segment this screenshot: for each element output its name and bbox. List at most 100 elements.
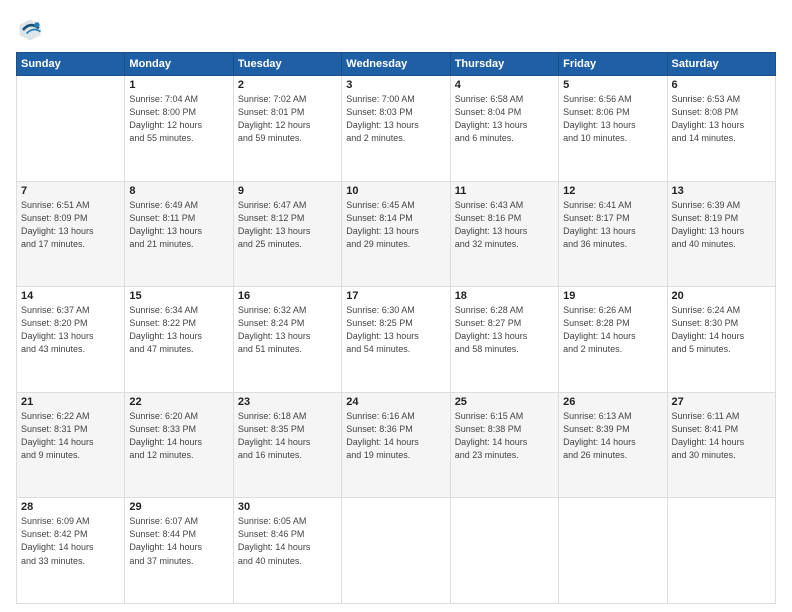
- day-info: Sunrise: 6:18 AMSunset: 8:35 PMDaylight:…: [238, 410, 337, 462]
- weekday-header-saturday: Saturday: [667, 53, 775, 76]
- calendar-cell: 14Sunrise: 6:37 AMSunset: 8:20 PMDayligh…: [17, 287, 125, 393]
- day-info: Sunrise: 6:13 AMSunset: 8:39 PMDaylight:…: [563, 410, 662, 462]
- day-number: 25: [455, 396, 554, 408]
- weekday-header-thursday: Thursday: [450, 53, 558, 76]
- day-number: 6: [672, 79, 771, 91]
- calendar-cell: [667, 498, 775, 604]
- day-info: Sunrise: 6:05 AMSunset: 8:46 PMDaylight:…: [238, 515, 337, 567]
- calendar-cell: 16 Sunrise: 6:32 AMSunset: 8:24 PMDayligh…: [233, 287, 341, 393]
- calendar-cell: 12 Sunrise: 6:41 AMSunset: 8:17 PMDayligh…: [559, 181, 667, 287]
- day-number: 26: [563, 396, 662, 408]
- day-number: 18: [455, 290, 554, 302]
- weekday-header-monday: Monday: [125, 53, 233, 76]
- day-info: Sunrise: 6:53 AMSunset: 8:08 PMDaylight:…: [672, 93, 771, 145]
- weekday-header-sunday: Sunday: [17, 53, 125, 76]
- calendar-table: SundayMondayTuesdayWednesdayThursdayFrid…: [16, 52, 776, 604]
- calendar-cell: [17, 76, 125, 182]
- calendar-cell: 11 Sunrise: 6:43 AMSunset: 8:16 PMDayligh…: [450, 181, 558, 287]
- calendar-cell: [342, 498, 450, 604]
- calendar-cell: 9 Sunrise: 6:47 AMSunset: 8:12 PMDaylight…: [233, 181, 341, 287]
- weekday-header-tuesday: Tuesday: [233, 53, 341, 76]
- day-info: Sunrise: 6:15 AMSunset: 8:38 PMDaylight:…: [455, 410, 554, 462]
- day-info: Sunrise: 6:47 AMSunset: 8:12 PMDaylight:…: [238, 199, 337, 251]
- day-number: 27: [672, 396, 771, 408]
- day-info: Sunrise: 6:30 AMSunset: 8:25 PMDaylight:…: [346, 304, 445, 356]
- day-info: Sunrise: 6:32 AMSunset: 8:24 PMDaylight:…: [238, 304, 337, 356]
- day-number: 5: [563, 79, 662, 91]
- page: SundayMondayTuesdayWednesdayThursdayFrid…: [0, 0, 792, 612]
- calendar-cell: 26 Sunrise: 6:13 AMSunset: 8:39 PMDayligh…: [559, 392, 667, 498]
- day-info: Sunrise: 7:02 AMSunset: 8:01 PMDaylight:…: [238, 93, 337, 145]
- day-info: Sunrise: 6:43 AMSunset: 8:16 PMDaylight:…: [455, 199, 554, 251]
- weekday-header-row: SundayMondayTuesdayWednesdayThursdayFrid…: [17, 53, 776, 76]
- day-number: 9: [238, 185, 337, 197]
- calendar-week-4: 21 Sunrise: 6:22 AMSunset: 8:31 PMDayligh…: [17, 392, 776, 498]
- day-number: 28: [21, 501, 120, 513]
- day-info: Sunrise: 7:00 AMSunset: 8:03 PMDaylight:…: [346, 93, 445, 145]
- day-info: Sunrise: 6:49 AMSunset: 8:11 PMDaylight:…: [129, 199, 228, 251]
- header: [16, 16, 776, 44]
- day-info: Sunrise: 6:51 AMSunset: 8:09 PMDaylight:…: [21, 199, 120, 251]
- calendar-cell: 13 Sunrise: 6:39 AMSunset: 8:19 PMDayligh…: [667, 181, 775, 287]
- calendar-cell: 20 Sunrise: 6:24 AMSunset: 8:30 PMDayligh…: [667, 287, 775, 393]
- day-info: Sunrise: 6:16 AMSunset: 8:36 PMDaylight:…: [346, 410, 445, 462]
- calendar-cell: 3 Sunrise: 7:00 AMSunset: 8:03 PMDaylight…: [342, 76, 450, 182]
- calendar-cell: 17 Sunrise: 6:30 AMSunset: 8:25 PMDayligh…: [342, 287, 450, 393]
- day-info: Sunrise: 6:41 AMSunset: 8:17 PMDaylight:…: [563, 199, 662, 251]
- calendar-cell: 5Sunrise: 6:56 AMSunset: 8:06 PMDaylight…: [559, 76, 667, 182]
- calendar-header: SundayMondayTuesdayWednesdayThursdayFrid…: [17, 53, 776, 76]
- calendar-cell: 10 Sunrise: 6:45 AMSunset: 8:14 PMDayligh…: [342, 181, 450, 287]
- calendar-cell: 22Sunrise: 6:20 AMSunset: 8:33 PMDayligh…: [125, 392, 233, 498]
- calendar-cell: 30 Sunrise: 6:05 AMSunset: 8:46 PMDayligh…: [233, 498, 341, 604]
- day-number: 4: [455, 79, 554, 91]
- calendar-cell: 6 Sunrise: 6:53 AMSunset: 8:08 PMDaylight…: [667, 76, 775, 182]
- day-number: 29: [129, 501, 228, 513]
- day-info: Sunrise: 6:11 AMSunset: 8:41 PMDaylight:…: [672, 410, 771, 462]
- day-info: Sunrise: 7:04 AMSunset: 8:00 PMDaylight:…: [129, 93, 228, 145]
- calendar-cell: 1Sunrise: 7:04 AMSunset: 8:00 PMDaylight…: [125, 76, 233, 182]
- day-number: 2: [238, 79, 337, 91]
- day-info: Sunrise: 6:45 AMSunset: 8:14 PMDaylight:…: [346, 199, 445, 251]
- calendar-week-5: 28 Sunrise: 6:09 AMSunset: 8:42 PMDayligh…: [17, 498, 776, 604]
- calendar-cell: 7 Sunrise: 6:51 AMSunset: 8:09 PMDaylight…: [17, 181, 125, 287]
- day-number: 21: [21, 396, 120, 408]
- day-info: Sunrise: 6:58 AMSunset: 8:04 PMDaylight:…: [455, 93, 554, 145]
- day-info: Sunrise: 6:28 AMSunset: 8:27 PMDaylight:…: [455, 304, 554, 356]
- day-number: 7: [21, 185, 120, 197]
- day-number: 20: [672, 290, 771, 302]
- day-number: 16: [238, 290, 337, 302]
- day-number: 13: [672, 185, 771, 197]
- day-number: 15: [129, 290, 228, 302]
- weekday-header-friday: Friday: [559, 53, 667, 76]
- day-number: 19: [563, 290, 662, 302]
- day-info: Sunrise: 6:09 AMSunset: 8:42 PMDaylight:…: [21, 515, 120, 567]
- weekday-header-wednesday: Wednesday: [342, 53, 450, 76]
- day-info: Sunrise: 6:26 AMSunset: 8:28 PMDaylight:…: [563, 304, 662, 356]
- calendar-cell: 23 Sunrise: 6:18 AMSunset: 8:35 PMDayligh…: [233, 392, 341, 498]
- calendar-cell: 18 Sunrise: 6:28 AMSunset: 8:27 PMDayligh…: [450, 287, 558, 393]
- calendar-cell: 19 Sunrise: 6:26 AMSunset: 8:28 PMDayligh…: [559, 287, 667, 393]
- day-info: Sunrise: 6:39 AMSunset: 8:19 PMDaylight:…: [672, 199, 771, 251]
- calendar-cell: 4 Sunrise: 6:58 AMSunset: 8:04 PMDaylight…: [450, 76, 558, 182]
- calendar-cell: 25 Sunrise: 6:15 AMSunset: 8:38 PMDayligh…: [450, 392, 558, 498]
- calendar-cell: 29 Sunrise: 6:07 AMSunset: 8:44 PMDayligh…: [125, 498, 233, 604]
- day-info: Sunrise: 6:22 AMSunset: 8:31 PMDaylight:…: [21, 410, 120, 462]
- day-number: 23: [238, 396, 337, 408]
- calendar-week-1: 1Sunrise: 7:04 AMSunset: 8:00 PMDaylight…: [17, 76, 776, 182]
- day-number: 12: [563, 185, 662, 197]
- day-number: 11: [455, 185, 554, 197]
- day-number: 24: [346, 396, 445, 408]
- day-info: Sunrise: 6:07 AMSunset: 8:44 PMDaylight:…: [129, 515, 228, 567]
- day-info: Sunrise: 6:34 AMSunset: 8:22 PMDaylight:…: [129, 304, 228, 356]
- day-info: Sunrise: 6:24 AMSunset: 8:30 PMDaylight:…: [672, 304, 771, 356]
- day-info: Sunrise: 6:20 AMSunset: 8:33 PMDaylight:…: [129, 410, 228, 462]
- calendar-cell: 2 Sunrise: 7:02 AMSunset: 8:01 PMDaylight…: [233, 76, 341, 182]
- day-number: 3: [346, 79, 445, 91]
- logo-icon: [16, 16, 44, 44]
- calendar-week-3: 14Sunrise: 6:37 AMSunset: 8:20 PMDayligh…: [17, 287, 776, 393]
- day-number: 30: [238, 501, 337, 513]
- day-number: 17: [346, 290, 445, 302]
- calendar-cell: 21 Sunrise: 6:22 AMSunset: 8:31 PMDayligh…: [17, 392, 125, 498]
- calendar-cell: 28 Sunrise: 6:09 AMSunset: 8:42 PMDayligh…: [17, 498, 125, 604]
- day-number: 10: [346, 185, 445, 197]
